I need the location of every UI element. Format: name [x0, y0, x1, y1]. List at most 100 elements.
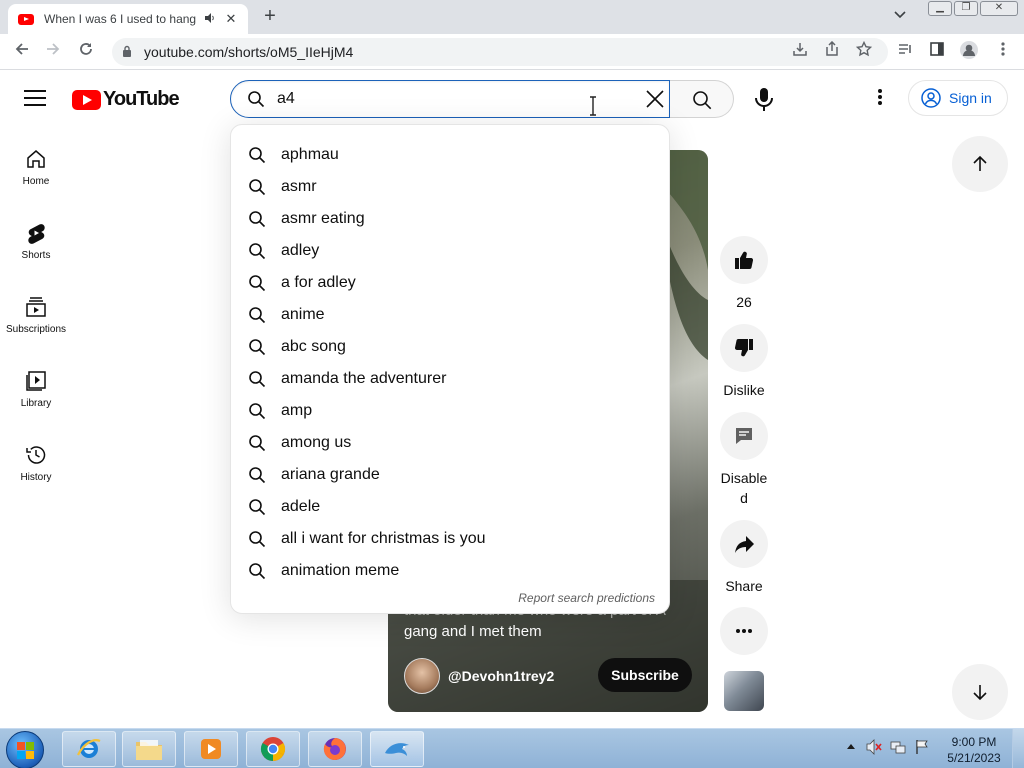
- taskbar-clock[interactable]: 9:00 PM 5/21/2023: [944, 734, 1004, 766]
- rail-item-library[interactable]: Library: [0, 370, 72, 436]
- settings-menu-icon[interactable]: [866, 86, 894, 114]
- bookmark-star-icon[interactable]: [852, 38, 876, 66]
- caption-line: gang and I met them: [404, 623, 542, 640]
- start-button[interactable]: [6, 731, 44, 768]
- clear-search-icon[interactable]: [645, 89, 665, 109]
- url-text: youtube.com/shorts/oM5_IIeHjM4: [144, 44, 354, 60]
- channel-info[interactable]: @Devohn1trey2: [404, 658, 554, 694]
- rail-item-home[interactable]: Home: [0, 148, 72, 214]
- speaker-icon[interactable]: [204, 12, 218, 27]
- network-icon[interactable]: [890, 739, 906, 758]
- share-action: Share: [720, 520, 768, 596]
- install-icon[interactable]: [788, 38, 812, 66]
- rail-label: Subscriptions: [5, 324, 67, 335]
- dislike-button[interactable]: [720, 324, 768, 372]
- rail-item-shorts[interactable]: Shorts: [0, 222, 72, 288]
- search-icon: [249, 147, 266, 164]
- tab-title: When I was 6 I used to hang: [44, 12, 197, 26]
- rail-label: History: [20, 472, 52, 483]
- sound-thumbnail[interactable]: [724, 671, 764, 711]
- volume-muted-icon[interactable]: [866, 739, 882, 758]
- suggestion-item[interactable]: abc song: [231, 331, 671, 363]
- suggestion-text: among us: [281, 434, 352, 451]
- chrome-icon: [260, 737, 286, 761]
- youtube-logo[interactable]: YouTube: [72, 88, 180, 111]
- taskbar-firefox[interactable]: [308, 731, 362, 767]
- suggestion-item[interactable]: asmr eating: [231, 203, 671, 235]
- youtube-wordmark: YouTube: [103, 88, 180, 110]
- search-icon: [249, 179, 266, 196]
- rail-item-history[interactable]: History: [0, 444, 72, 510]
- suggestion-item[interactable]: amp: [231, 395, 671, 427]
- suggestion-item[interactable]: among us: [231, 427, 671, 459]
- report-predictions-link[interactable]: Report search predictions: [518, 591, 655, 605]
- guide-menu-icon[interactable]: [24, 90, 46, 108]
- share-button[interactable]: [720, 520, 768, 568]
- clock-date: 5/21/2023: [947, 751, 1001, 765]
- sign-in-button[interactable]: Sign in: [908, 80, 1008, 116]
- minimize-button[interactable]: ▁: [928, 1, 952, 16]
- suggestion-item[interactable]: a for adley: [231, 267, 671, 299]
- reload-button[interactable]: [73, 40, 99, 64]
- lock-icon[interactable]: [122, 45, 136, 60]
- suggestion-item[interactable]: adley: [231, 235, 671, 267]
- suggestion-item[interactable]: animation meme: [231, 555, 671, 587]
- search-box[interactable]: [230, 80, 670, 118]
- thumbs-up-icon: [735, 251, 754, 270]
- suggestion-item[interactable]: all i want for christmas is you: [231, 523, 671, 555]
- more-options-button[interactable]: [720, 607, 768, 655]
- browser-menu-icon[interactable]: [990, 40, 1016, 64]
- taskbar-internet-explorer[interactable]: [62, 731, 116, 767]
- search-icon: [249, 563, 266, 580]
- subscribe-button[interactable]: Subscribe: [598, 658, 692, 692]
- back-button[interactable]: [9, 40, 35, 64]
- channel-avatar[interactable]: [404, 658, 440, 694]
- taskbar-dolphin-app[interactable]: [370, 731, 424, 767]
- show-desktop-button[interactable]: [1012, 729, 1024, 768]
- forward-button[interactable]: [40, 40, 66, 64]
- taskbar-media-player[interactable]: [184, 731, 238, 767]
- search-icon: [249, 435, 266, 452]
- screen: When I was 6 I used to hang ✕ + ▁ ❐ ✕ yo…: [0, 0, 1024, 768]
- search-input[interactable]: [277, 87, 617, 111]
- search-icon: [249, 307, 266, 324]
- share-page-icon[interactable]: [820, 38, 844, 66]
- channel-name[interactable]: @Devohn1trey2: [448, 668, 554, 684]
- suggestion-item[interactable]: anime: [231, 299, 671, 331]
- search-button[interactable]: [670, 80, 734, 118]
- suggestion-text: adele: [281, 498, 321, 515]
- firefox-icon: [323, 738, 346, 760]
- browser-tab-active[interactable]: When I was 6 I used to hang ✕: [8, 4, 248, 34]
- more-horizontal-icon: [736, 629, 752, 633]
- history-icon: [26, 446, 46, 464]
- search-icon: [249, 531, 266, 548]
- address-bar[interactable]: youtube.com/shorts/oM5_IIeHjM4: [112, 38, 888, 66]
- taskbar-chrome[interactable]: [246, 731, 300, 767]
- comments-button[interactable]: [720, 412, 768, 460]
- voice-search-button[interactable]: [746, 80, 782, 118]
- previous-short-button[interactable]: [952, 136, 1008, 192]
- suggestion-item[interactable]: amanda the adventurer: [231, 363, 671, 395]
- suggestion-item[interactable]: ariana grande: [231, 459, 671, 491]
- suggestion-item[interactable]: adele: [231, 491, 671, 523]
- new-tab-button[interactable]: +: [258, 6, 282, 28]
- profile-icon[interactable]: [956, 40, 982, 64]
- close-window-button[interactable]: ✕: [980, 1, 1018, 16]
- youtube-header: YouTube Sign in: [0, 70, 1024, 128]
- action-center-flag-icon[interactable]: [914, 739, 930, 758]
- suggestion-item[interactable]: asmr: [231, 171, 671, 203]
- next-short-button[interactable]: [952, 664, 1008, 720]
- taskbar-file-explorer[interactable]: [122, 731, 176, 767]
- comment-icon: [736, 428, 752, 444]
- suggestion-text: aphmau: [281, 146, 339, 163]
- show-hidden-icons[interactable]: [846, 739, 856, 753]
- tab-search-icon[interactable]: [894, 8, 906, 22]
- suggestion-item[interactable]: aphmau: [231, 139, 671, 171]
- rail-item-subscriptions[interactable]: Subscriptions: [0, 296, 72, 362]
- restore-button[interactable]: ❐: [954, 1, 978, 16]
- reading-list-icon[interactable]: [892, 40, 918, 64]
- tab-close-icon[interactable]: ✕: [224, 11, 238, 27]
- like-button[interactable]: [720, 236, 768, 284]
- side-panel-icon[interactable]: [924, 40, 950, 64]
- account-icon: [921, 88, 941, 108]
